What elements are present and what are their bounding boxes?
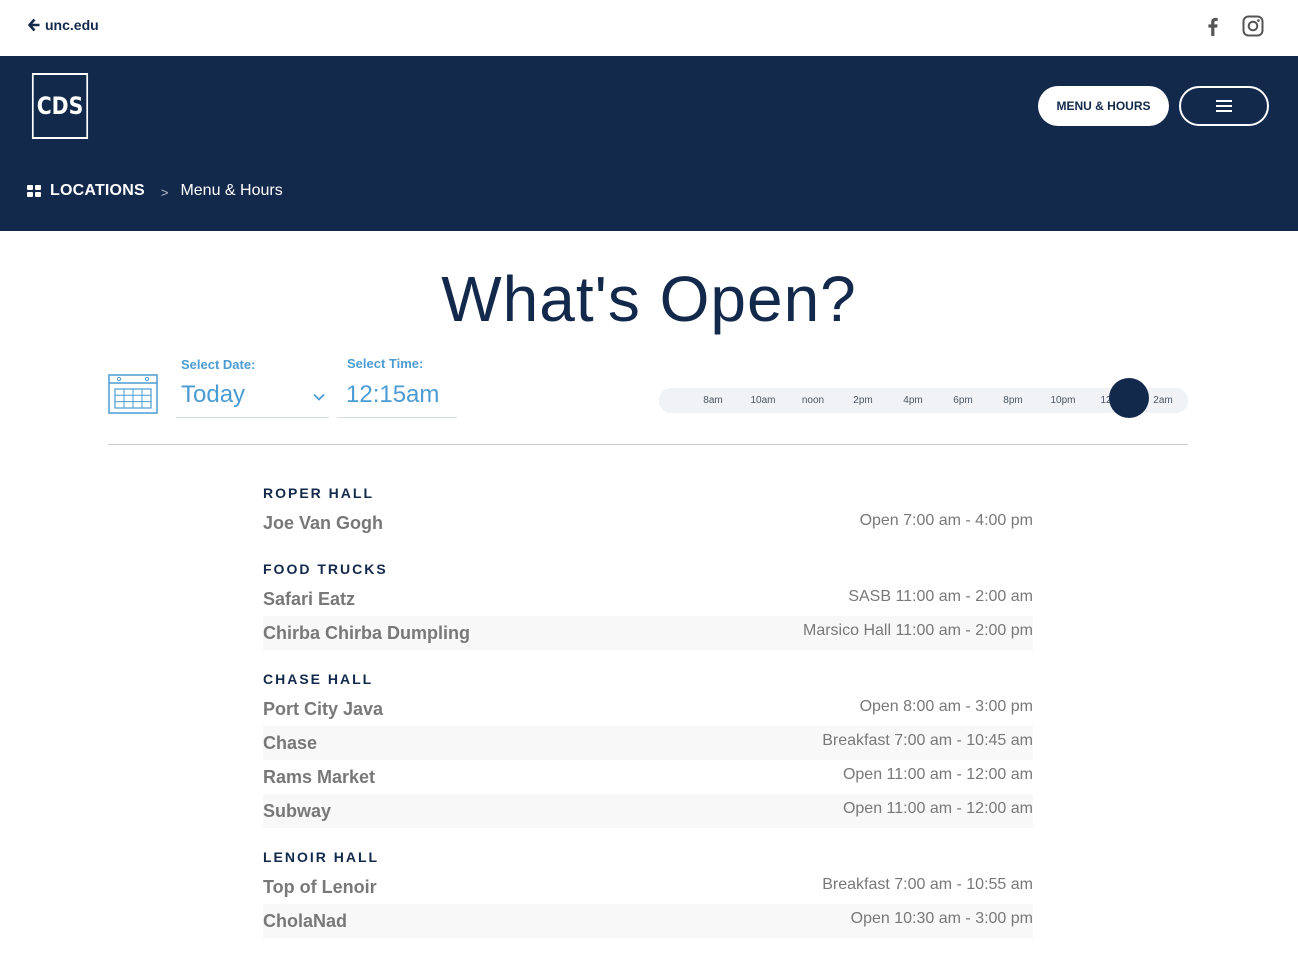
- time-label: Select Time:: [347, 356, 424, 371]
- facebook-link[interactable]: [1201, 14, 1225, 38]
- time-slider[interactable]: 8am10amnoon2pm4pm6pm8pm10pm12am2am: [659, 378, 1188, 418]
- page-title: What's Open?: [441, 263, 857, 335]
- location-row[interactable]: Chirba Chirba Dumpling Marsico Hall 11:00…: [263, 616, 1033, 650]
- instagram-link[interactable]: [1241, 14, 1265, 38]
- location-name[interactable]: CholaNad: [263, 911, 347, 932]
- location-row[interactable]: Rams Market Open 11:00 am - 12:00 am: [263, 760, 1033, 794]
- location-row[interactable]: Top of Lenoir Breakfast 7:00 am - 10:55 a…: [263, 870, 1033, 904]
- section-title: ROPER HALL: [263, 485, 374, 501]
- slider-tick: 10pm: [1050, 395, 1076, 406]
- time-value[interactable]: 12:15am: [346, 381, 439, 409]
- slider-tick: 4pm: [903, 395, 923, 406]
- location-name[interactable]: Top of Lenoir: [263, 877, 377, 898]
- location-row[interactable]: Port City Java Open 8:00 am - 3:00 pm: [263, 692, 1033, 726]
- date-value[interactable]: Today: [181, 381, 245, 409]
- location-section: FOOD TRUCKS Safari Eatz SASB 11:00 am - 2:…: [263, 558, 1033, 650]
- location-hours: Breakfast 7:00 am - 10:55 am: [822, 876, 1033, 893]
- location-row[interactable]: Safari Eatz SASB 11:00 am - 2:00 am: [263, 582, 1033, 616]
- location-hours: Marsico Hall 11:00 am - 2:00 pm: [802, 622, 1033, 639]
- breadcrumb-current: Menu & Hours: [180, 182, 283, 199]
- location-name[interactable]: Rams Market: [263, 767, 375, 788]
- arrow-left-icon: [28, 18, 40, 32]
- chevron-down-icon: [313, 393, 325, 401]
- section-title: FOOD TRUCKS: [263, 561, 388, 577]
- location-hours: Open 8:00 am - 3:00 pm: [859, 698, 1033, 715]
- location-hours: Open 11:00 am - 12:00 am: [842, 800, 1033, 817]
- slider-tick: 8am: [703, 395, 723, 406]
- cds-logo[interactable]: CDS: [31, 73, 89, 139]
- divider: [108, 444, 1188, 445]
- date-label: Select Date:: [181, 357, 256, 372]
- breadcrumb-locations-link[interactable]: LOCATIONS: [50, 182, 145, 200]
- slider-tick: 8pm: [1003, 395, 1023, 406]
- location-hours: Open 10:30 am - 3:00 pm: [850, 910, 1033, 927]
- menu-hours-button[interactable]: MENU & HOURS: [1038, 86, 1169, 126]
- location-hours: Open 11:00 am - 12:00 am: [842, 766, 1033, 783]
- site-header: CDS MENU & HOURS LOCATIONS > Menu & Hour…: [0, 56, 1298, 231]
- slider-tick: 2am: [1153, 395, 1173, 406]
- location-name[interactable]: Joe Van Gogh: [263, 513, 383, 534]
- location-section: LENOIR HALL Top of Lenoir Breakfast 7:00 a…: [263, 846, 1033, 938]
- back-link-label: unc.edu: [45, 17, 99, 33]
- location-hours: SASB 11:00 am - 2:00 am: [848, 588, 1033, 605]
- date-select[interactable]: Select Date: Today: [176, 356, 329, 418]
- location-row[interactable]: Chase Breakfast 7:00 am - 10:45 am: [263, 726, 1033, 760]
- breadcrumb: LOCATIONS > Menu & Hours: [27, 182, 283, 200]
- slider-tick: 6pm: [953, 395, 973, 406]
- location-name[interactable]: Port City Java: [263, 699, 383, 720]
- location-row[interactable]: Joe Van Gogh Open 7:00 am - 4:00 pm: [263, 506, 1033, 540]
- location-name[interactable]: Chase: [263, 733, 317, 754]
- hamburger-menu-button[interactable]: [1179, 86, 1269, 126]
- time-select[interactable]: Select Time: 12:15am: [337, 356, 457, 418]
- calendar-icon[interactable]: [108, 374, 158, 414]
- location-row[interactable]: CholaNad Open 10:30 am - 3:00 pm: [263, 904, 1033, 938]
- hamburger-icon: [1216, 100, 1232, 112]
- slider-tick: 2pm: [853, 395, 873, 406]
- section-title: CHASE HALL: [263, 671, 374, 687]
- instagram-icon: [1242, 15, 1264, 37]
- location-name[interactable]: Chirba Chirba Dumpling: [263, 623, 470, 644]
- section-title: LENOIR HALL: [263, 849, 380, 865]
- location-hours: Breakfast 7:00 am - 10:45 am: [822, 732, 1033, 749]
- location-hours: Open 7:00 am - 4:00 pm: [859, 512, 1033, 529]
- slider-tick: noon: [801, 395, 825, 406]
- location-section: CHASE HALL Port City Java Open 8:00 am - 3…: [263, 668, 1033, 828]
- breadcrumb-separator: >: [160, 184, 169, 200]
- slider-tick: 10am: [750, 395, 776, 406]
- utility-bar: unc.edu: [0, 0, 1298, 56]
- back-to-unc-link[interactable]: unc.edu: [28, 17, 99, 33]
- location-name[interactable]: Safari Eatz: [263, 589, 355, 610]
- location-row[interactable]: Subway Open 11:00 am - 12:00 am: [263, 794, 1033, 828]
- grid-icon: [27, 185, 41, 197]
- slider-thumb[interactable]: [1109, 378, 1149, 418]
- facebook-icon: [1208, 17, 1218, 36]
- locations-list: ROPER HALL Joe Van Gogh Open 7:00 am - 4:0…: [263, 482, 1033, 956]
- location-section: ROPER HALL Joe Van Gogh Open 7:00 am - 4:0…: [263, 482, 1033, 540]
- location-name[interactable]: Subway: [263, 801, 331, 822]
